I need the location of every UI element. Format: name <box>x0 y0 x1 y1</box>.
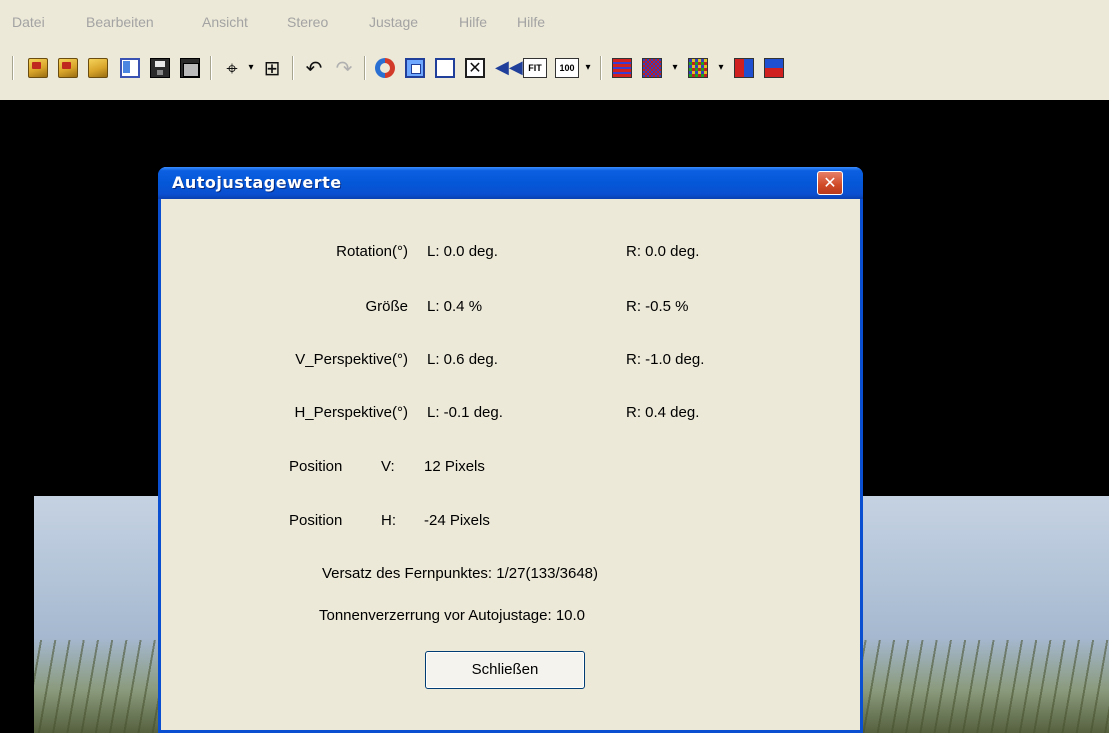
frame-x-icon[interactable] <box>465 58 485 78</box>
toolbar-separator <box>292 56 293 80</box>
chevron-down-icon[interactable]: ▾ <box>246 58 256 78</box>
zoom-100-icon[interactable]: 100 <box>555 58 579 78</box>
toolbar: ⌖ ▾ ⊞ ↶ ↷ ◀◀ FIT 100 ▾ ▾ ▾ <box>0 44 1109 100</box>
position-v-axis: V: <box>381 458 395 475</box>
save-all-icon[interactable] <box>180 58 200 78</box>
swap-icon[interactable] <box>375 58 395 78</box>
dialog-title: Autojustagewerte <box>172 173 342 192</box>
position-v-label: Position <box>289 458 343 475</box>
menu-hilfe[interactable]: Hilfe <box>459 14 487 30</box>
chevron-down-icon[interactable]: ▾ <box>716 58 726 78</box>
crop-icon[interactable]: ⌖ <box>222 58 242 78</box>
groesse-right-value: R: -0.5 % <box>626 298 689 315</box>
rotation-left-value: L: 0.0 deg. <box>427 243 498 260</box>
undo-icon[interactable]: ↶ <box>304 58 324 78</box>
tonnenverzerrung-text: Tonnenverzerrung vor Autojustage: 10.0 <box>319 607 586 624</box>
save-icon[interactable] <box>150 58 170 78</box>
stripes-icon[interactable] <box>612 58 632 78</box>
toolbar-separator <box>210 56 211 80</box>
toolbar-separator <box>364 56 365 80</box>
menu-justage[interactable]: Justage <box>369 14 418 30</box>
split-horizontal-icon[interactable] <box>764 58 784 78</box>
split-vertical-icon[interactable] <box>734 58 754 78</box>
chevron-down-icon[interactable]: ▾ <box>583 58 593 78</box>
groesse-label: Größe <box>365 298 408 315</box>
arrows-icon[interactable]: ◀◀ <box>495 58 523 78</box>
menu-hilfe-2[interactable]: Hilfe <box>517 14 545 30</box>
groesse-left-value: L: 0.4 % <box>427 298 483 315</box>
position-v-value: 12 Pixels <box>424 458 485 475</box>
toolbar-grip <box>12 56 13 80</box>
autojustage-dialog: Autojustagewerte ✕ Rotation(°) L: 0.0 de… <box>158 167 863 733</box>
fit-icon[interactable]: FIT <box>523 58 547 78</box>
h-perspektive-right-value: R: 0.4 deg. <box>626 404 700 421</box>
menu-bearbeiten[interactable]: Bearbeiten <box>86 14 154 30</box>
menu-datei[interactable]: Datei <box>12 14 45 30</box>
position-h-axis: H: <box>381 512 396 529</box>
open-folder-icon[interactable] <box>58 58 78 78</box>
v-perspektive-label: V_Perspektive(°) <box>295 351 408 368</box>
v-perspektive-right-value: R: -1.0 deg. <box>626 351 705 368</box>
menu-stereo[interactable]: Stereo <box>287 14 328 30</box>
position-h-label: Position <box>289 512 343 529</box>
move-icon[interactable]: ⊞ <box>262 58 282 78</box>
rotation-label: Rotation(°) <box>336 243 408 260</box>
chevron-down-icon[interactable]: ▾ <box>670 58 680 78</box>
checker-color-icon[interactable] <box>688 58 708 78</box>
open-folder-icon[interactable] <box>88 58 108 78</box>
checker-icon[interactable] <box>642 58 662 78</box>
frame-empty-icon[interactable] <box>435 58 455 78</box>
close-button[interactable]: Schließen <box>425 651 585 689</box>
v-perspektive-left-value: L: 0.6 deg. <box>427 351 498 368</box>
menu-ansicht[interactable]: Ansicht <box>202 14 248 30</box>
toolbar-separator <box>600 56 601 80</box>
h-perspektive-left-value: L: -0.1 deg. <box>427 404 503 421</box>
open-folder-icon[interactable] <box>28 58 48 78</box>
rotation-right-value: R: 0.0 deg. <box>626 243 700 260</box>
dialog-titlebar[interactable]: Autojustagewerte ✕ <box>158 167 863 199</box>
close-icon[interactable]: ✕ <box>817 171 843 195</box>
frame-icon[interactable] <box>405 58 425 78</box>
window-icon[interactable] <box>120 58 140 78</box>
menu-bar: Datei Bearbeiten Ansicht Stereo Justage … <box>0 0 1109 44</box>
position-h-value: -24 Pixels <box>424 512 490 529</box>
versatz-text: Versatz des Fernpunktes: 1/27(133/3648) <box>322 565 599 582</box>
h-perspektive-label: H_Perspektive(°) <box>294 404 408 421</box>
redo-icon[interactable]: ↷ <box>334 58 354 78</box>
